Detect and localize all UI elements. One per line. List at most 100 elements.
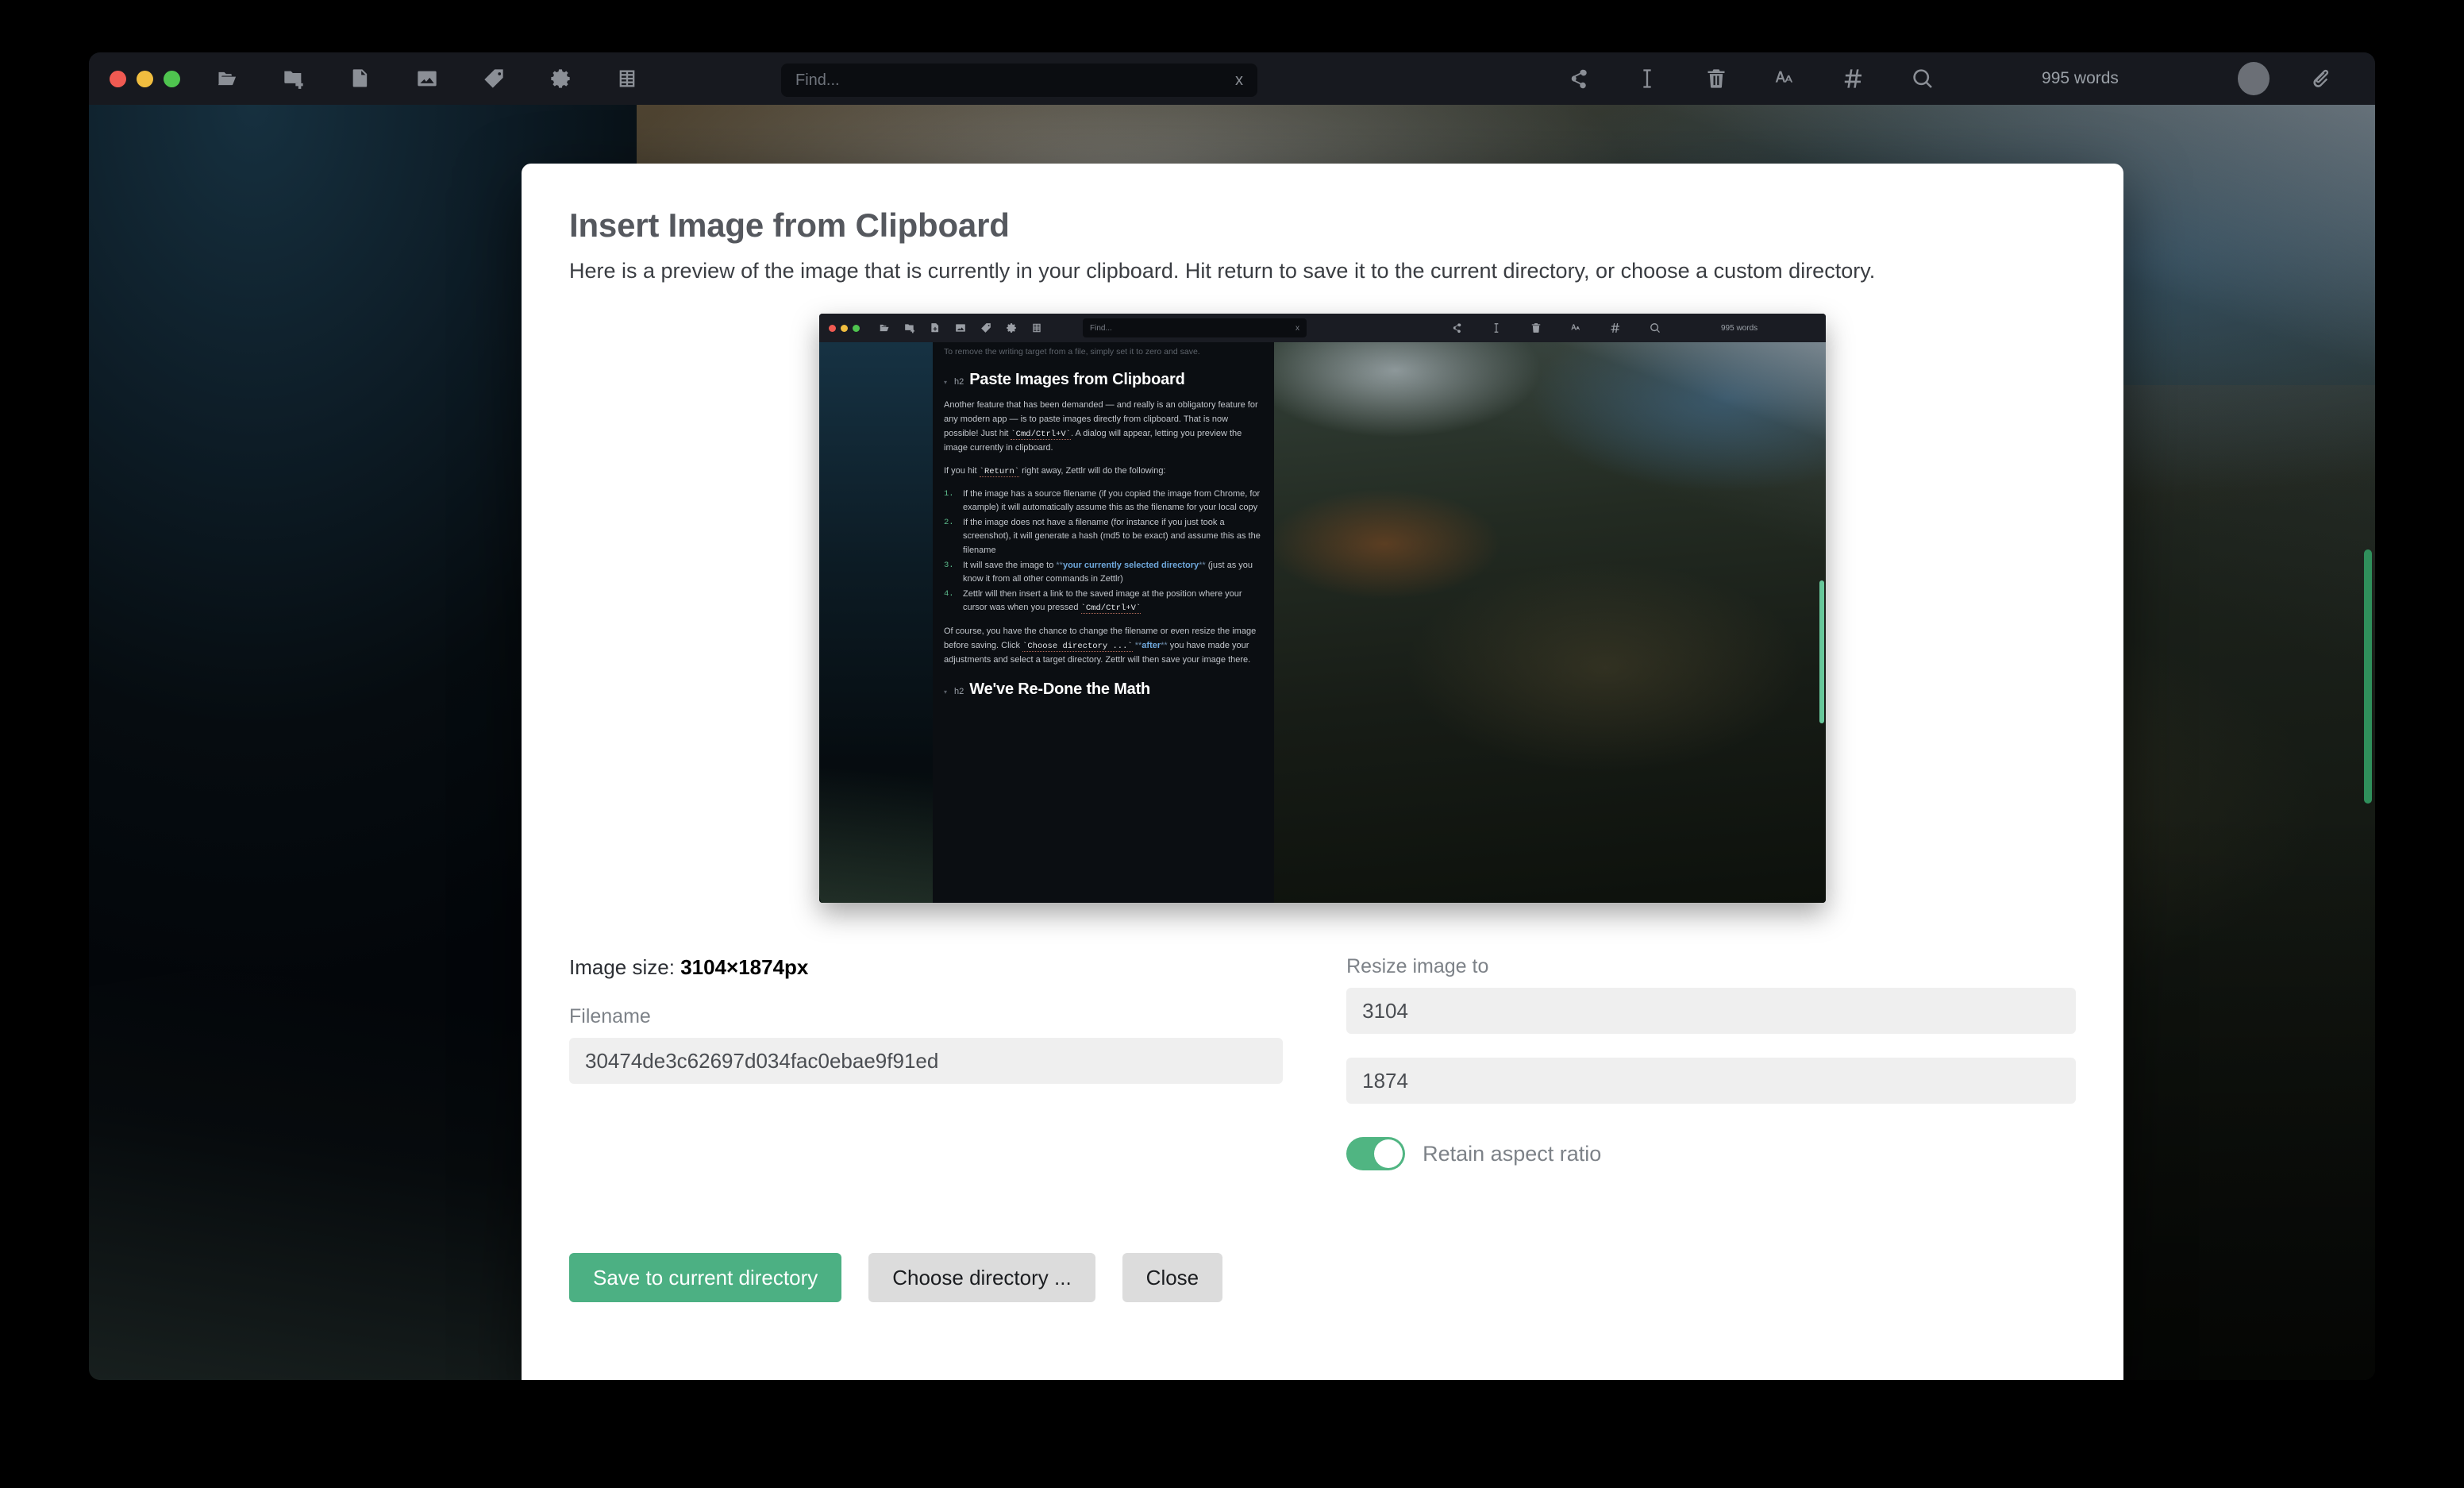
preview-photo-pane [1274,342,1826,903]
image-size-caption: Image size: [569,955,675,979]
dialog-form: Image size: 3104×1874px Filename Resize … [569,955,2076,1170]
image-icon[interactable] [414,65,441,92]
dialog-description: Here is a preview of the image that is c… [569,259,1876,283]
preview-window-body: To remove the writing target from a file… [819,342,1826,903]
preview-para2-a: If you hit [944,465,980,476]
filename-label: Filename [569,1005,651,1027]
preview-cut-line: To remove the writing target from a file… [944,347,1200,357]
preview-para2-code: `Return` [979,466,1020,477]
trash-icon[interactable] [1703,65,1729,92]
clipboard-preview-area: Find... x 995 words To remove the writin… [569,314,2076,903]
resize-height-field[interactable] [1346,1058,2076,1104]
preview-minimize-dot [841,324,848,332]
resize-width-field[interactable] [1346,988,2076,1034]
preview-new-folder-icon [904,322,915,333]
retain-aspect-ratio-row: Retain aspect ratio [1346,1137,2076,1170]
list-item: 4. Zettlr will then insert a link to the … [944,588,1263,615]
share-icon[interactable] [1565,65,1592,92]
preview-para2-b: right away, Zettlr will do the following… [1019,465,1166,476]
list-item: 2. If the image does not have a filename … [944,516,1263,558]
pen-attachment-icon[interactable] [2306,65,2332,92]
preview-share-icon [1451,322,1462,333]
preview-toolbar-right: 995 words [1423,314,1826,342]
dialog-form-left-column: Image size: 3104×1874px Filename [569,955,1322,1170]
toggle-knob [1374,1139,1403,1168]
clear-search-icon[interactable]: x [1235,71,1243,90]
preview-heading-1: ▾ h2 Paste Images from Clipboard [944,371,1263,389]
tag-icon[interactable] [480,65,507,92]
resize-label: Resize image to [1346,955,1489,977]
preview-paragraph-2: If you hit `Return` right away, Zettlr w… [944,465,1263,479]
preview-para3-asterisks: ** [1161,641,1168,651]
close-button[interactable]: Close [1122,1253,1223,1302]
minimize-window-button[interactable] [137,70,153,87]
text-cursor-icon[interactable] [1634,65,1661,92]
preview-find-placeholder: Find... [1090,323,1112,333]
dialog-form-right-column: Resize image to Retain aspect ratio [1322,955,2076,1170]
list-item-number: 1. [944,488,954,499]
preview-gear-icon [1006,322,1017,333]
image-size-label: Image size: 3104×1874px [569,955,1283,980]
list-item-number: 4. [944,588,954,599]
preview-new-file-icon [930,322,941,333]
preview-heading2-text: We've Re-Done the Math [969,680,1151,698]
clipboard-preview-image: Find... x 995 words To remove the writin… [819,314,1826,903]
retain-aspect-ratio-label: Retain aspect ratio [1423,1141,1602,1166]
avatar[interactable] [2237,62,2270,95]
search-icon[interactable] [1909,65,1935,92]
dialog-actions: Save to current directory Choose directo… [569,1253,2076,1302]
toolbar-right-group: 995 words [1565,52,2375,105]
filename-field[interactable] [569,1038,1284,1084]
scrollbar[interactable] [2364,549,2372,804]
preview-hash-icon [1610,322,1621,333]
open-folder-icon[interactable] [214,65,241,92]
desktop-background: x 9 [0,0,2464,1488]
image-size-value: 3104×1874px [680,955,809,979]
zettlr-app-window: x 9 [89,52,2375,1380]
preview-toolbar: Find... x 995 words [819,314,1826,342]
save-to-current-directory-button[interactable]: Save to current directory [569,1253,842,1302]
preview-find-field: Find... x [1083,318,1307,337]
gear-icon[interactable] [547,65,574,92]
collapse-triangle-icon: ▾ [944,379,948,387]
preview-open-folder-icon [879,322,890,333]
preview-para3-asterisks: ** [1134,641,1142,651]
list-item-text: It will save the image to [963,560,1057,570]
word-count-label: 995 words [2042,69,2119,87]
preview-heading2-mark: h2 [954,686,964,696]
list-item: 1. If the image has a source filename (if… [944,488,1263,515]
preview-text-cursor-icon [1491,322,1502,333]
preview-maximize-dot [853,324,860,332]
maximize-window-button[interactable] [164,70,180,87]
collapse-triangle-icon: ▾ [944,688,948,696]
preview-tag-icon [980,322,991,333]
preview-list-icon [1031,322,1042,333]
insert-image-dialog: Insert Image from Clipboard Here is a pr… [522,164,2123,1380]
preview-paragraph-3: Of course, you have the chance to change… [944,625,1263,668]
list-item-text: If the image does not have a filename (f… [963,517,1261,556]
list-item-text: If the image has a source filename (if y… [963,488,1261,513]
retain-aspect-ratio-toggle[interactable] [1346,1137,1406,1170]
preview-paragraph-1: Another feature that has been demanded —… [944,399,1263,455]
font-icon[interactable] [1772,65,1798,92]
preview-word-count: 995 words [1721,323,1758,333]
preview-font-icon [1570,322,1581,333]
preview-editor: To remove the writing target from a file… [933,342,1274,903]
search-input[interactable] [795,71,1235,90]
preview-heading-mark: h2 [954,377,964,387]
new-file-icon[interactable] [347,65,374,92]
list-icon[interactable] [614,65,641,92]
choose-directory-button[interactable]: Choose directory ... [868,1253,1095,1302]
app-toolbar: x 9 [89,52,2375,105]
list-item: 3. It will save the image to **your curre… [944,559,1263,587]
hash-icon[interactable] [1841,65,1867,92]
preview-image-icon [955,322,966,333]
close-window-button[interactable] [110,70,126,87]
preview-sidebar [819,342,933,903]
find-field[interactable]: x [781,64,1257,97]
page-title: Insert Image from Clipboard [569,206,1010,244]
preview-para3-code: `Choose directory ...` [1022,642,1133,653]
new-folder-icon[interactable] [280,65,307,92]
list-item-code: `Cmd/Ctrl+V` [1080,603,1142,615]
preview-close-dot [829,324,836,332]
